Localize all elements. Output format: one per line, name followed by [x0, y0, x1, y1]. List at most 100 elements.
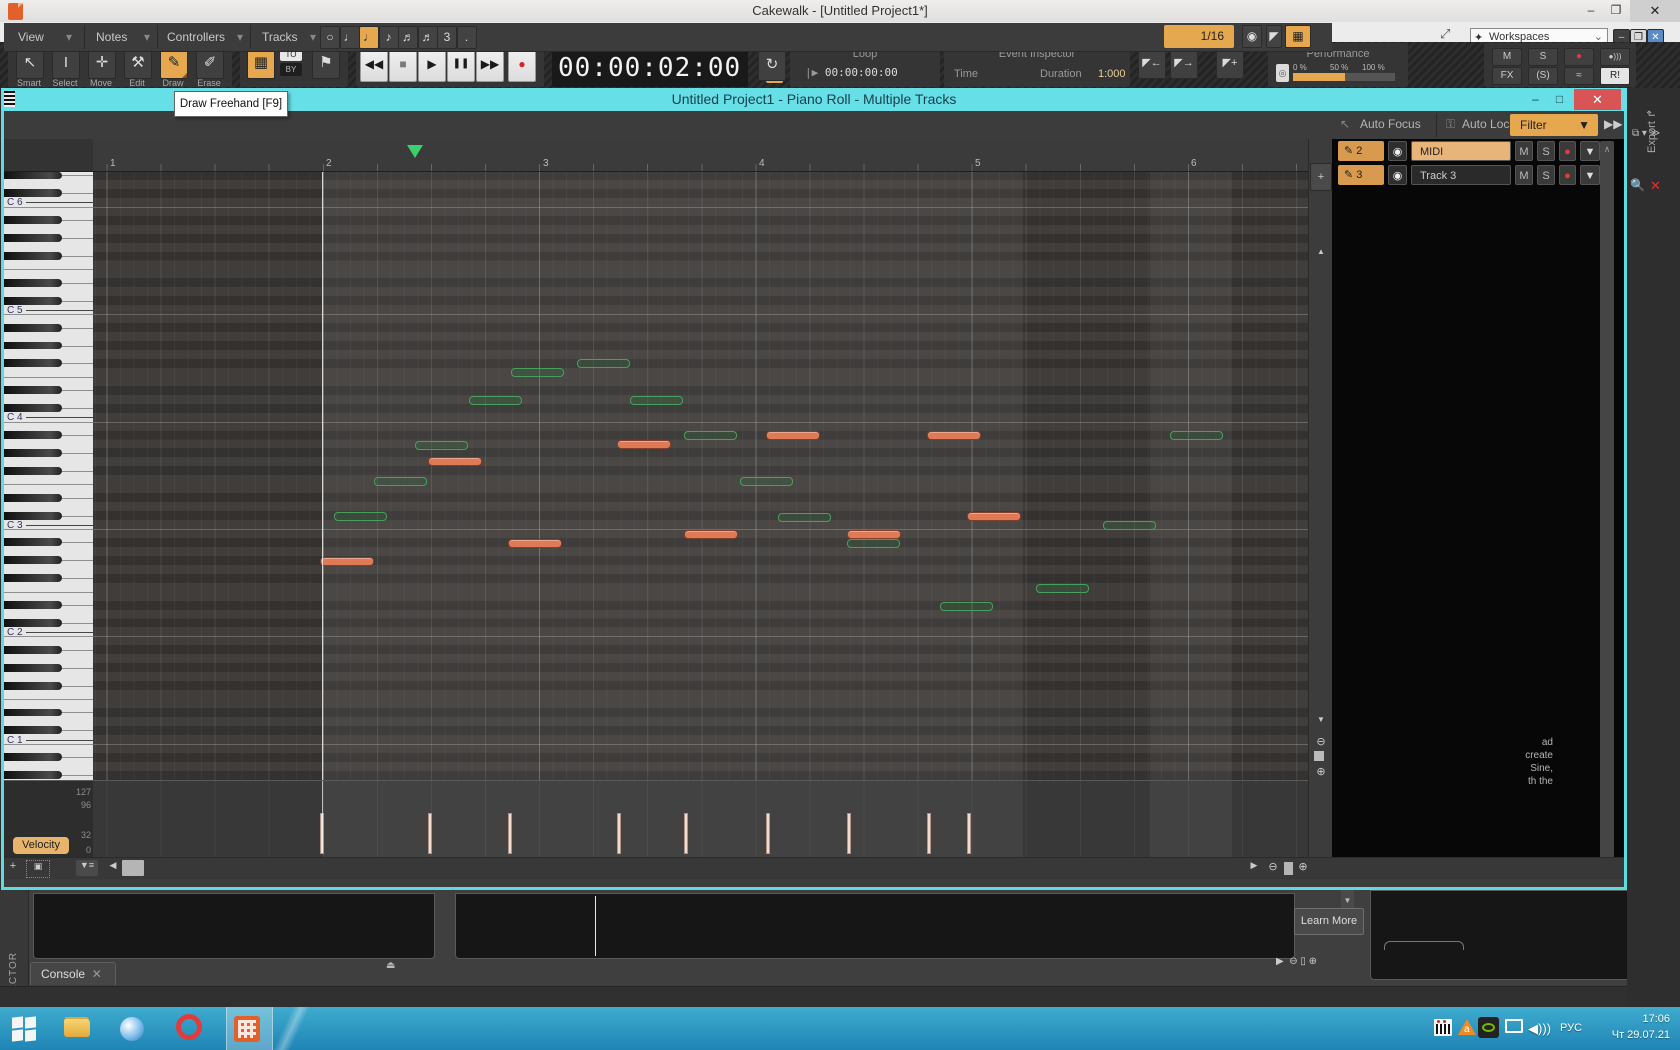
midi-note-orange[interactable]	[617, 440, 671, 449]
start-button[interactable]	[12, 1016, 36, 1042]
velocity-bar[interactable]	[967, 813, 971, 854]
track-row-track-3[interactable]: ✎ 3 ◉ Track 3 M S ● ▼	[1336, 165, 1622, 187]
midi-note-green[interactable]	[469, 396, 522, 405]
note-value-5[interactable]: ♬	[417, 26, 438, 49]
pr-menu-notes[interactable]: Notes	[96, 28, 127, 46]
lane-collapse-icon[interactable]: ▼≡	[76, 860, 98, 876]
pr-minimize-button[interactable]: –	[1528, 93, 1543, 106]
zoom-out-v-icon[interactable]: ⊖	[1312, 735, 1330, 748]
black-key[interactable]	[4, 448, 62, 457]
midi-note-green[interactable]	[577, 359, 630, 368]
search-icon[interactable]: 🔍	[1630, 178, 1646, 194]
note-value-6[interactable]: 3	[437, 26, 457, 49]
pr-menu-tracks[interactable]: Tracks	[262, 28, 298, 46]
midi-note-green[interactable]	[511, 368, 564, 377]
tray-midi-keyboard-icon[interactable]	[1434, 1019, 1452, 1036]
scroll-left-icon[interactable]: ◀	[107, 860, 119, 876]
black-key[interactable]	[4, 431, 62, 439]
black-key[interactable]	[4, 556, 62, 565]
note-value-2[interactable]: ♩	[359, 26, 379, 49]
taskbar-opera-icon[interactable]	[176, 1011, 206, 1041]
track-solo-button[interactable]: S	[1537, 141, 1555, 161]
taskbar-explorer-icon[interactable]	[64, 1015, 92, 1043]
tab-console[interactable]: Console ✕	[30, 962, 116, 985]
velocity-bar[interactable]	[617, 813, 621, 854]
track-name[interactable]: Track 3	[1411, 165, 1511, 185]
track-name[interactable]: MIDI	[1411, 141, 1511, 161]
midi-note-green[interactable]	[630, 396, 683, 405]
note-value-1[interactable]: ♩	[339, 26, 360, 49]
black-key[interactable]	[4, 601, 62, 610]
zoom-in-h-icon[interactable]: ⊕	[1296, 860, 1310, 876]
velocity-bar[interactable]	[847, 813, 851, 854]
scroll-down-icon[interactable]: ▼	[1312, 715, 1330, 724]
black-key[interactable]	[4, 341, 62, 350]
track-pencil-number[interactable]: ✎ 2	[1338, 141, 1384, 161]
midi-note-green[interactable]	[684, 431, 737, 440]
midi-note-green[interactable]	[1103, 521, 1156, 530]
dock-icons[interactable]: ⧉ ▾ ≫	[1632, 128, 1676, 139]
auto-focus-label[interactable]: Auto Focus	[1360, 117, 1421, 131]
black-key[interactable]	[4, 645, 62, 654]
snap-by-toggle[interactable]: BY	[280, 63, 302, 76]
midi-plug-icon[interactable]: ◉	[1242, 25, 1262, 48]
track-record-button[interactable]: ●	[1559, 165, 1576, 185]
velocity-bar[interactable]	[684, 813, 688, 854]
zoom-in-v-icon[interactable]: ⊕	[1312, 765, 1330, 778]
black-key[interactable]	[4, 359, 62, 368]
scroll-up-icon[interactable]: ▲	[1312, 247, 1330, 256]
track-mute-button[interactable]: M	[1515, 165, 1533, 185]
note-grid[interactable]	[93, 171, 1308, 780]
pr-menu-controllers[interactable]: Controllers	[167, 28, 225, 46]
midi-note-orange[interactable]	[428, 457, 482, 466]
fx-button[interactable]: FX	[1492, 67, 1522, 85]
track-solo-button[interactable]: S	[1537, 165, 1555, 185]
black-key[interactable]	[4, 493, 62, 502]
zoom-slider-v[interactable]	[1314, 751, 1324, 761]
console-close-icon[interactable]: ✕	[92, 967, 102, 981]
black-key[interactable]	[4, 466, 62, 475]
track-scrollbar[interactable]: ∧ ∨	[1600, 141, 1614, 874]
main-close-button[interactable]: ✕	[1630, 0, 1680, 22]
track-record-button[interactable]: ●	[1559, 141, 1576, 161]
tray-speaker-icon[interactable]: ◀)))	[1528, 1021, 1551, 1037]
mute-button[interactable]: M	[1492, 48, 1522, 66]
scroll-right-icon[interactable]: ▶	[1248, 860, 1260, 876]
tray-network-icon[interactable]	[1505, 1019, 1525, 1035]
pr-close-button[interactable]: ✕	[1574, 89, 1621, 110]
velocity-lane-button[interactable]: Velocity	[13, 837, 69, 854]
h-scroll-thumb[interactable]	[122, 860, 144, 876]
black-key[interactable]	[4, 278, 62, 287]
black-key[interactable]	[4, 708, 62, 717]
pr-maximize-button[interactable]: □	[1552, 93, 1567, 106]
midi-note-orange[interactable]	[684, 530, 738, 539]
black-key[interactable]	[4, 574, 62, 583]
more-tracks-icon[interactable]: ▶▶	[1604, 117, 1622, 131]
black-key[interactable]	[4, 386, 62, 395]
note-value-7[interactable]: .	[456, 26, 477, 49]
midi-note-green[interactable]	[415, 441, 468, 450]
pr-menu-view[interactable]: View	[18, 28, 44, 46]
velocity-bar[interactable]	[428, 813, 432, 854]
piano-keyboard[interactable]: C 6 C 5 C 4 C 3 C 2 C 1	[4, 171, 93, 780]
midi-note-orange[interactable]	[927, 431, 981, 440]
snap-resolution-chip[interactable]: 1/16	[1164, 25, 1234, 48]
tray-avast-icon[interactable]: a	[1458, 1019, 1476, 1037]
flag-icon[interactable]: ◤	[1266, 25, 1282, 48]
midi-note-orange[interactable]	[320, 557, 374, 566]
velocity-bar[interactable]	[927, 813, 931, 854]
midi-note-green[interactable]	[1170, 431, 1223, 440]
black-key[interactable]	[4, 511, 62, 520]
midi-note-orange[interactable]	[847, 530, 901, 539]
add-lane-icon[interactable]: +	[6, 860, 20, 876]
main-maximize-button[interactable]: ❐	[1608, 3, 1624, 18]
note-value-0[interactable]: ○	[320, 26, 340, 49]
tray-clock-time[interactable]: 17:06	[1600, 1013, 1670, 1025]
track-filter-button[interactable]: ▼	[1580, 141, 1600, 161]
velocity-grid[interactable]	[93, 780, 1308, 858]
dock-zoom-controls[interactable]: ▶ ⊖ ▯ ⊕	[1276, 956, 1340, 970]
black-key[interactable]	[4, 252, 62, 260]
midi-note-green[interactable]	[940, 602, 993, 611]
replace-button[interactable]: R!	[1600, 67, 1630, 85]
wave-button[interactable]: ≈	[1564, 67, 1594, 85]
